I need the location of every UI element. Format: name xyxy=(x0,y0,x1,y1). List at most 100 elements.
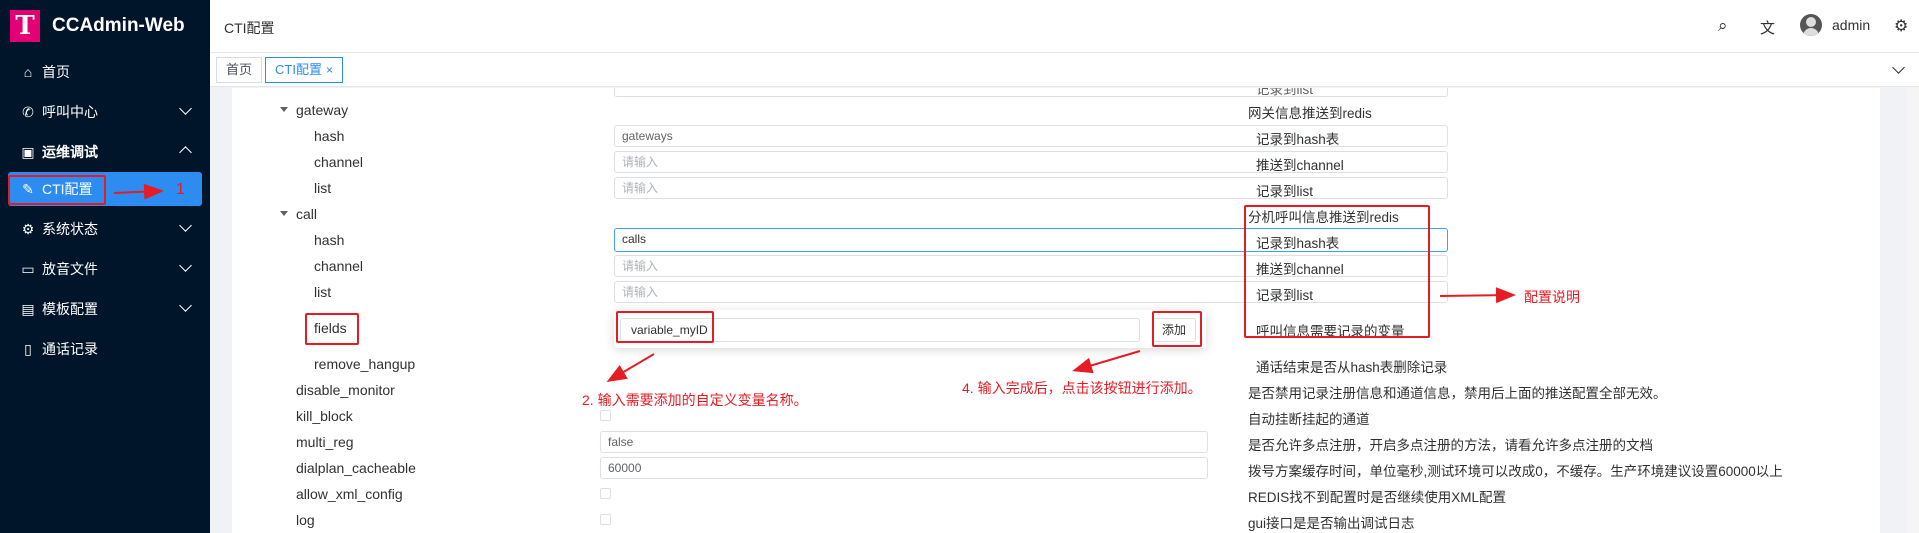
row-description: 记录到list xyxy=(1256,288,1313,303)
multi-reg-input[interactable]: false xyxy=(600,431,1208,453)
row-description: 记录到hash表 xyxy=(1256,132,1340,147)
field-label: remove_hangup xyxy=(314,356,416,372)
debug-icon: ▣ xyxy=(21,143,35,160)
home-icon: ⌂ xyxy=(23,64,33,80)
sidebar-item-label: 模板配置 xyxy=(42,301,98,317)
form-row-gateway: gateway 网关信息推送到redis xyxy=(232,98,1880,122)
sidebar-item-cti-config[interactable]: ✎ CTI配置 xyxy=(8,172,202,206)
gateway-list-input[interactable]: 请输入 xyxy=(614,177,1448,199)
form-row-call-channel: channel 请输入 推送到channel xyxy=(232,254,1880,278)
chip-icon: ⚙ xyxy=(21,220,35,237)
tab-label: 首页 xyxy=(226,62,253,77)
sidebar-item-label: 通话记录 xyxy=(42,341,98,357)
form-row-kill-block: kill_block 自动挂断挂起的通道 xyxy=(232,404,1880,428)
row-description: 记录到list xyxy=(1256,184,1313,199)
app-title: CCAdmin-Web xyxy=(52,15,185,36)
field-label: call xyxy=(296,206,318,222)
row-description: 推送到channel xyxy=(1256,262,1344,277)
field-label: list xyxy=(314,180,332,196)
chevron-down-icon xyxy=(179,219,192,232)
annotation-step4: 4. 输入完成后，点击该按钮进行添加。 xyxy=(962,380,1202,396)
form-row-gateway-hash: hash gateways 记录到hash表 xyxy=(232,124,1880,148)
annotation-step1: 1 xyxy=(176,181,185,198)
tab-cti-config[interactable]: CTI配置 × xyxy=(265,57,343,83)
row-description: 通话结束是否从hash表删除记录 xyxy=(1256,360,1448,375)
field-label: channel xyxy=(314,258,364,274)
gear-icon[interactable]: ⚙ xyxy=(1894,16,1908,36)
translate-icon[interactable]: 文 xyxy=(1760,17,1775,38)
tab-home[interactable]: 首页 xyxy=(216,57,263,83)
chevron-down-icon xyxy=(179,259,192,272)
form-row-remove-hangup: remove_hangup 通话结束是否从hash表删除记录 xyxy=(232,352,1880,376)
form-row-multi-reg: multi_reg false 是否允许多点注册，开启多点注册的方法，请看允许多… xyxy=(232,430,1880,454)
caret-down-icon[interactable] xyxy=(280,211,288,216)
sidebar-item-call-records[interactable]: ▯ 通话记录 xyxy=(0,329,210,369)
field-label: disable_monitor xyxy=(296,382,395,398)
field-label: multi_reg xyxy=(296,434,354,450)
field-label: log xyxy=(296,512,315,528)
row-description: REDIS找不到配置时是否继续使用XML配置 xyxy=(1248,490,1507,505)
search-icon[interactable]: ⌕ xyxy=(1718,16,1728,36)
field-label: dialplan_cacheable xyxy=(296,460,416,476)
form-row-gateway-list: list 请输入 记录到list xyxy=(232,176,1880,200)
sidebar-item-system-status[interactable]: ⚙ 系统状态 xyxy=(0,209,210,249)
field-label: list xyxy=(314,284,332,300)
list-input-partial[interactable] xyxy=(614,88,1448,97)
close-icon[interactable]: × xyxy=(326,63,333,77)
sidebar-item-label: 系统状态 xyxy=(42,221,98,237)
sidebar-item-templates[interactable]: ▤ 模板配置 xyxy=(0,289,210,329)
sidebar-item-ops-debug[interactable]: ▣ 运维调试 xyxy=(0,132,210,172)
sidebar-item-label: 首页 xyxy=(42,64,70,80)
caret-down-icon[interactable] xyxy=(280,107,288,112)
row-description: gui接口是是否输出调试日志 xyxy=(1248,516,1415,531)
chevron-down-icon[interactable] xyxy=(1892,61,1905,74)
fields-input[interactable]: variable_myID xyxy=(620,318,1140,342)
row-description: 拨号方案缓存时间，单位毫秒,测试环境可以改成0，不缓存。生产环境建议设置6000… xyxy=(1248,464,1783,479)
field-label: hash xyxy=(314,128,345,144)
form-row-call: call 分机呼叫信息推送到redis xyxy=(232,202,1880,226)
breadcrumb: CTI配置 xyxy=(224,20,275,36)
edit-icon: ✎ xyxy=(22,180,34,197)
log-checkbox[interactable] xyxy=(600,514,611,525)
avatar[interactable] xyxy=(1800,14,1822,36)
logo-mark: T xyxy=(10,10,40,42)
tab-bar: 首页 CTI配置 × xyxy=(210,53,1919,87)
row-description: 是否禁用记录注册信息和通道信息，禁用后上面的推送配置全部无效。 xyxy=(1248,386,1667,401)
folder-icon: ▭ xyxy=(21,260,35,277)
cti-config-form: 记录到list gateway 网关信息推送到redis hash gatewa… xyxy=(232,88,1880,533)
template-icon: ▤ xyxy=(21,300,35,317)
field-label: allow_xml_config xyxy=(296,486,403,502)
field-label: fields xyxy=(314,320,347,336)
field-label: channel xyxy=(314,154,364,170)
chevron-down-icon xyxy=(179,102,192,115)
row-description: 分机呼叫信息推送到redis xyxy=(1248,210,1399,225)
sidebar-item-label: CTI配置 xyxy=(42,181,93,197)
form-row-allow-xml-config: allow_xml_config REDIS找不到配置时是否继续使用XML配置 xyxy=(232,482,1880,506)
kill-block-checkbox[interactable] xyxy=(600,410,611,421)
sidebar-item-call-center[interactable]: ✆ 呼叫中心 xyxy=(0,92,210,132)
sidebar-item-label: 呼叫中心 xyxy=(42,104,98,120)
sidebar-item-audio-files[interactable]: ▭ 放音文件 xyxy=(0,249,210,289)
scrollbar[interactable] xyxy=(1907,88,1919,533)
field-label: hash xyxy=(314,232,345,248)
call-list-input[interactable]: 请输入 xyxy=(614,281,1448,303)
record-icon: ▯ xyxy=(24,340,32,357)
sidebar-item-label: 运维调试 xyxy=(42,144,98,160)
header: CTI配置 ⌕ 文 admin ⚙ xyxy=(210,0,1919,53)
field-label: kill_block xyxy=(296,408,353,424)
allow-xml-config-checkbox[interactable] xyxy=(600,488,611,499)
sidebar-item-home[interactable]: ⌂ 首页 xyxy=(0,52,210,92)
form-row-partial: 记录到list xyxy=(232,88,1880,98)
add-field-button[interactable]: 添加 xyxy=(1152,318,1196,342)
row-description: 自动挂断挂起的通道 xyxy=(1248,412,1370,427)
chevron-down-icon xyxy=(179,299,192,312)
form-row-log: log gui接口是是否输出调试日志 xyxy=(232,508,1880,532)
row-description: 记录到list xyxy=(1256,88,1313,97)
dialplan-cacheable-input[interactable]: 60000 xyxy=(600,457,1208,479)
field-label: gateway xyxy=(296,102,349,118)
row-description: 是否允许多点注册，开启多点注册的方法，请看允许多点注册的文档 xyxy=(1248,438,1653,453)
form-row-dialplan-cacheable: dialplan_cacheable 60000 拨号方案缓存时间，单位毫秒,测… xyxy=(232,456,1880,480)
user-name[interactable]: admin xyxy=(1832,17,1870,33)
row-description: 网关信息推送到redis xyxy=(1248,106,1372,121)
tab-label: CTI配置 xyxy=(275,62,322,77)
